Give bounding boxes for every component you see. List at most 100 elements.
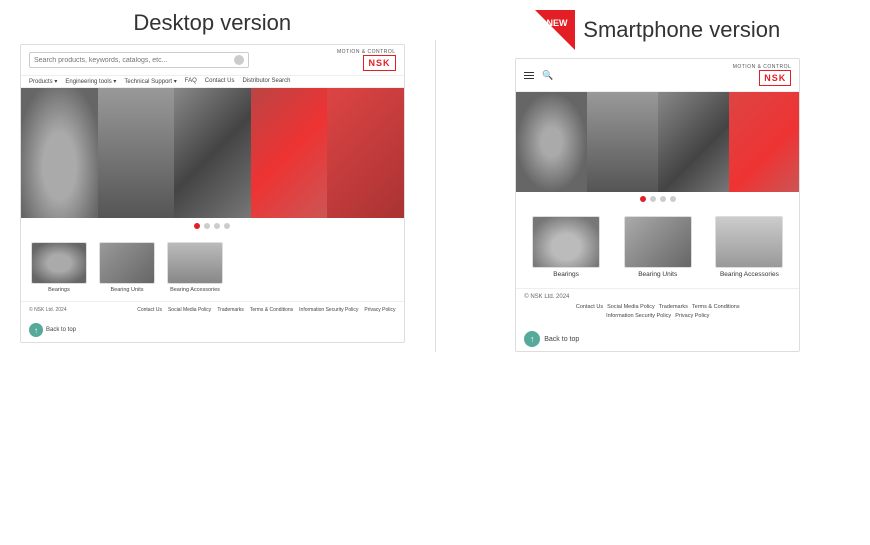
desktop-hero-banner	[21, 88, 404, 218]
svg-text:NEW: NEW	[547, 18, 569, 28]
product-item-accessories[interactable]: Bearing Accessories	[165, 242, 225, 293]
sm-product-item-bearings[interactable]: Bearings	[530, 216, 602, 278]
smartphone-hero-banner	[516, 92, 799, 192]
smartphone-carousel-dots	[516, 192, 799, 206]
desktop-nav-links: Products ▾ Engineering tools ▾ Technical…	[21, 76, 404, 88]
sm-footer-contact[interactable]: Contact Us	[576, 304, 603, 310]
sm-footer-row2: Information Security Policy Privacy Poli…	[524, 313, 791, 319]
product-item-units[interactable]: Bearing Units	[97, 242, 157, 293]
product-thumb-units	[99, 242, 155, 284]
footer-trademarks[interactable]: Trademarks	[217, 307, 244, 313]
smartphone-product-grid: Bearings Bearing Units Bearing Accessori…	[516, 206, 799, 288]
topbar-left: 🔍	[524, 70, 553, 81]
sm-carousel-dot-1[interactable]	[640, 196, 646, 202]
hero-segment-5	[327, 88, 404, 218]
nav-products[interactable]: Products ▾	[29, 78, 57, 85]
main-container: Desktop version MOTION & CONTROL NSK Pro…	[20, 10, 850, 352]
hamburger-icon[interactable]	[524, 72, 534, 79]
desktop-version-panel: Desktop version MOTION & CONTROL NSK Pro…	[20, 10, 405, 343]
hero-image	[21, 88, 404, 218]
sm-nsk-logo: NSK	[759, 70, 791, 86]
sm-copyright: © NSK Ltd. 2024	[524, 294, 791, 300]
footer-social[interactable]: Social Media Policy	[168, 307, 211, 313]
smartphone-version-title: Smartphone version	[583, 17, 780, 43]
footer-privacy[interactable]: Privacy Policy	[364, 307, 395, 313]
sm-back-to-top-label[interactable]: Back to top	[544, 336, 579, 343]
sm-hero-seg-1	[516, 92, 587, 192]
nsk-logo-area: MOTION & CONTROL NSK	[337, 49, 396, 71]
carousel-dot-2[interactable]	[204, 223, 210, 229]
sm-footer-info-security[interactable]: Information Security Policy	[606, 313, 671, 319]
sm-product-label-bearings: Bearings	[553, 271, 579, 278]
desktop-search-bar[interactable]	[29, 52, 249, 68]
nav-technical[interactable]: Technical Support ▾	[124, 78, 176, 85]
desktop-footer-links: Contact Us Social Media Policy Trademark…	[137, 307, 395, 313]
sm-product-item-units[interactable]: Bearing Units	[622, 216, 694, 278]
sm-nsk-logo-area: MOTION & CONTROL NSK	[733, 64, 792, 86]
hero-segment-3	[174, 88, 251, 218]
nav-faq[interactable]: FAQ	[185, 78, 197, 85]
sm-product-label-accessories: Bearing Accessories	[720, 271, 779, 278]
carousel-dot-1[interactable]	[194, 223, 200, 229]
back-to-top-label[interactable]: Back to top	[46, 327, 76, 333]
sm-hero-seg-3	[658, 92, 729, 192]
product-label-accessories: Bearing Accessories	[170, 287, 220, 293]
sm-footer-terms[interactable]: Terms & Conditions	[692, 304, 740, 310]
product-item-bearings[interactable]: Bearings	[29, 242, 89, 293]
carousel-dot-4[interactable]	[224, 223, 230, 229]
sm-back-to-top-icon[interactable]: ↑	[524, 331, 540, 347]
desktop-version-title: Desktop version	[133, 10, 291, 36]
sm-footer-trademarks[interactable]: Trademarks	[659, 304, 688, 310]
sm-carousel-dot-2[interactable]	[650, 196, 656, 202]
sm-product-thumb-units	[624, 216, 692, 268]
nsk-logo: NSK	[363, 55, 395, 71]
sm-carousel-dot-4[interactable]	[670, 196, 676, 202]
smartphone-back-to-top: ↑ Back to top	[516, 327, 799, 351]
desktop-footer: © NSK Ltd. 2024 Contact Us Social Media …	[21, 301, 404, 318]
sm-footer-row1: Contact Us Social Media Policy Trademark…	[524, 304, 791, 310]
search-icon	[234, 55, 244, 65]
sm-footer-social[interactable]: Social Media Policy	[607, 304, 655, 310]
hero-segment-2	[98, 88, 175, 218]
smartphone-footer: © NSK Ltd. 2024 Contact Us Social Media …	[516, 288, 799, 327]
product-thumb-accessories	[167, 242, 223, 284]
desktop-product-grid: Bearings Bearing Units Bearing Accessori…	[21, 234, 404, 301]
carousel-dot-3[interactable]	[214, 223, 220, 229]
smartphone-version-panel: NEW Smartphone version 🔍 MOTION & CONTRO…	[466, 10, 851, 352]
product-label-units: Bearing Units	[110, 287, 143, 293]
footer-contact[interactable]: Contact Us	[137, 307, 162, 313]
new-badge-container: NEW	[535, 10, 575, 50]
new-badge-triangle: NEW	[535, 10, 575, 50]
nav-distributor[interactable]: Distributor Search	[242, 78, 290, 85]
sm-hero-seg-4	[729, 92, 800, 192]
footer-info-security[interactable]: Information Security Policy	[299, 307, 358, 313]
hero-segment-1	[21, 88, 98, 218]
sm-product-thumb-accessories	[715, 216, 783, 268]
hero-segment-4	[251, 88, 328, 218]
hamburger-line-2	[524, 75, 534, 76]
nav-contact[interactable]: Contact Us	[205, 78, 235, 85]
sm-footer-privacy[interactable]: Privacy Policy	[675, 313, 709, 319]
desktop-back-to-top: ↑ Back to top	[21, 318, 404, 342]
search-icon[interactable]: 🔍	[542, 70, 553, 81]
sm-carousel-dot-3[interactable]	[660, 196, 666, 202]
sm-product-thumb-bearings	[532, 216, 600, 268]
sm-product-item-accessories[interactable]: Bearing Accessories	[713, 216, 785, 278]
footer-terms[interactable]: Terms & Conditions	[250, 307, 293, 313]
desktop-search-input[interactable]	[34, 57, 232, 64]
product-thumb-bearings	[31, 242, 87, 284]
sm-hero-seg-2	[587, 92, 658, 192]
product-label-bearings: Bearings	[48, 287, 70, 293]
smartphone-topbar: 🔍 MOTION & CONTROL NSK	[516, 59, 799, 92]
desktop-mockup: MOTION & CONTROL NSK Products ▾ Engineer…	[20, 44, 405, 343]
smartphone-title-row: NEW Smartphone version	[535, 10, 780, 50]
nav-engineering[interactable]: Engineering tools ▾	[65, 78, 116, 85]
desktop-navbar: MOTION & CONTROL NSK	[21, 45, 404, 76]
back-to-top-icon[interactable]: ↑	[29, 323, 43, 337]
section-divider	[435, 40, 436, 352]
smartphone-mockup: 🔍 MOTION & CONTROL NSK	[515, 58, 800, 352]
desktop-carousel-dots	[21, 218, 404, 234]
hamburger-line-3	[524, 78, 534, 79]
sm-product-label-units: Bearing Units	[638, 271, 677, 278]
desktop-copyright: © NSK Ltd. 2024	[29, 307, 67, 313]
